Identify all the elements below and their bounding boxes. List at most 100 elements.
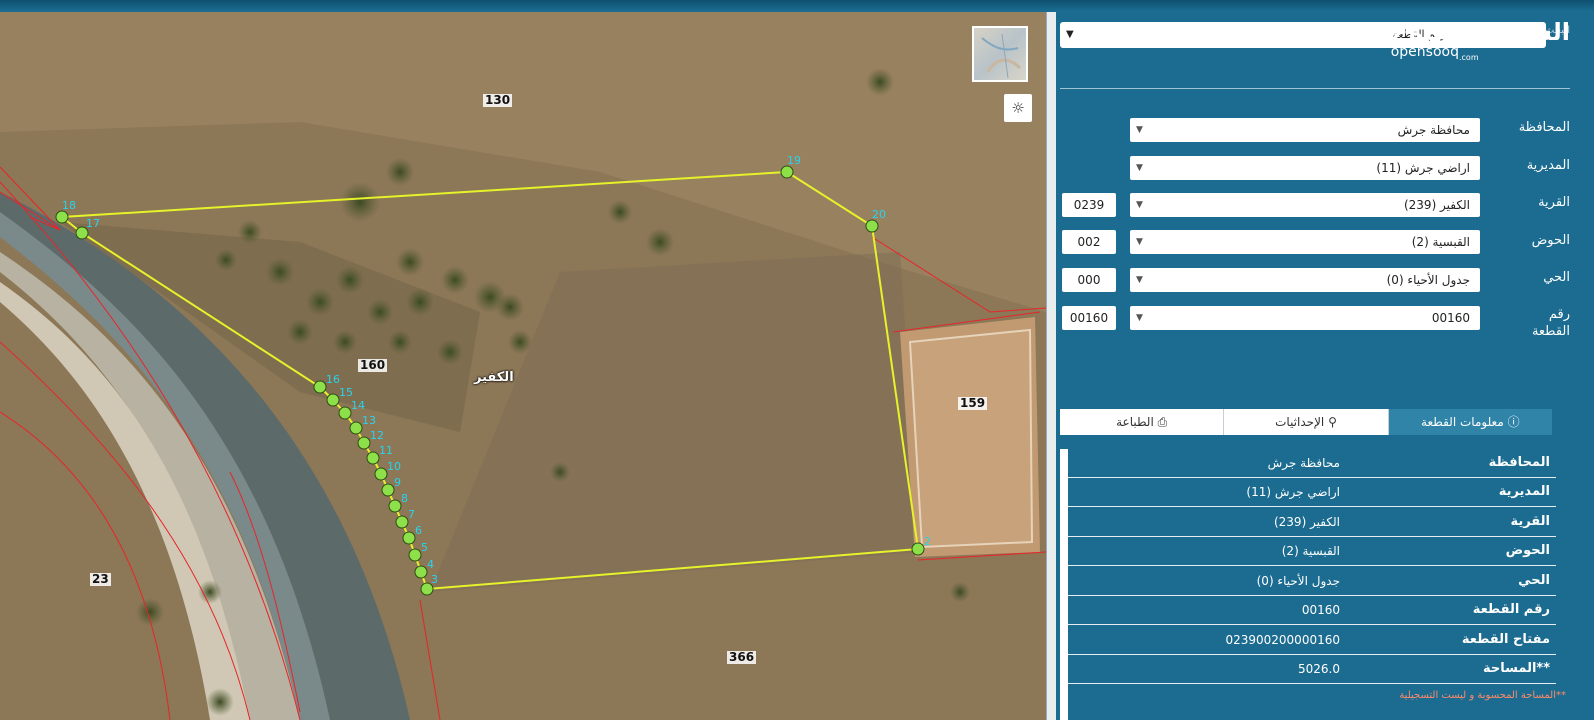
vertex-label: 18 xyxy=(62,199,76,212)
parcel-366-label: 366 xyxy=(727,650,757,664)
governorate-label: المحافظة xyxy=(1518,120,1570,135)
basemap-switcher-thumbnail[interactable] xyxy=(972,26,1028,82)
neighborhood-code-input[interactable]: 000 xyxy=(1062,268,1116,292)
boundary-vertex[interactable] xyxy=(55,210,69,224)
parcel-160-label: 160 xyxy=(358,358,388,372)
village-select[interactable]: الكفير (239) ▼ xyxy=(1130,193,1480,217)
boundary-vertex[interactable] xyxy=(381,483,395,497)
info-row: الحي جدول الأحياء (0) xyxy=(1068,567,1556,596)
chevron-down-icon: ▼ xyxy=(1066,29,1074,40)
parcel-number-label: رقم القطعة xyxy=(1531,307,1570,339)
info-tabs: ⓘ معلومات القطعة ⚲ الإحداثيات ⎙ الطباعة xyxy=(1060,409,1552,435)
chevron-down-icon: ▼ xyxy=(1136,125,1143,135)
boundary-vertex[interactable] xyxy=(313,380,327,394)
tab-coordinates[interactable]: ⚲ الإحداثيات xyxy=(1223,409,1387,435)
directorate-label: المديرية xyxy=(1526,158,1570,173)
village-label: القرية xyxy=(1538,195,1570,210)
info-icon: ⓘ xyxy=(1507,415,1520,429)
info-key: مفتاح القطعة xyxy=(1461,632,1550,647)
chevron-down-icon: ▼ xyxy=(1136,163,1143,173)
tab-print-label: الطباعة xyxy=(1116,415,1154,429)
directorate-value: اراضي جرش (11) xyxy=(1376,161,1470,175)
info-row: القرية الكفير (239) xyxy=(1068,508,1556,537)
directorate-select[interactable]: اراضي جرش (11) ▼ xyxy=(1130,156,1480,180)
boundary-vertex[interactable] xyxy=(414,565,428,579)
boundary-vertex[interactable] xyxy=(865,219,879,233)
boundary-vertex[interactable] xyxy=(338,406,352,420)
parcel-code-input[interactable]: 00160 xyxy=(1062,306,1116,330)
vertex-label: 6 xyxy=(415,524,422,537)
vertex-label: 5 xyxy=(421,541,428,554)
info-value: جدول الأحياء (0) xyxy=(1256,574,1340,588)
basin-code-input[interactable]: 002 xyxy=(1062,230,1116,254)
info-row: المديرية اراضي جرش (11) xyxy=(1068,478,1556,507)
boundary-vertex[interactable] xyxy=(326,393,340,407)
parcel-number-select[interactable]: 00160 ▼ xyxy=(1130,306,1480,330)
vertex-label: 3 xyxy=(431,573,438,586)
info-value: محافظة جرش xyxy=(1267,456,1340,470)
governorate-select[interactable]: محافظة جرش ▼ xyxy=(1130,118,1480,142)
parcel-number-value: 00160 xyxy=(1431,311,1470,325)
satellite-map[interactable]: 2 3 4 5 6 7 8 9 10 11 12 13 14 15 16 17 18 19 20 130 160 1… xyxy=(0,12,1046,720)
info-row: الحوض القبسية (2) xyxy=(1068,537,1556,566)
location-pin-icon: ⚲ xyxy=(1328,415,1337,429)
parcel-boundary-layer: 234567891011121314151617181920 xyxy=(55,154,931,596)
info-key: المحافظة xyxy=(1488,455,1550,470)
boundary-vertex[interactable] xyxy=(388,499,402,513)
sun-icon[interactable]: ☼ xyxy=(1004,94,1032,122)
parcel-info-table: المحافظة محافظة جرش المديرية اراضي جرش (11… xyxy=(1060,449,1556,720)
neighborhood-value: جدول الأحياء (0) xyxy=(1386,273,1470,287)
vertex-label: 8 xyxy=(401,492,408,505)
vertex-label: 4 xyxy=(427,558,434,571)
info-row: المحافظة محافظة جرش xyxy=(1068,449,1556,478)
vertex-label: 13 xyxy=(362,414,376,427)
chevron-down-icon: ▼ xyxy=(1136,237,1143,247)
info-row: رقم القطعة 00160 xyxy=(1068,596,1556,625)
info-row: مفتاح القطعة 023900200000160 xyxy=(1068,626,1556,655)
basin-label: الحوض xyxy=(1531,233,1570,248)
tab-coordinates-label: الإحداثيات xyxy=(1275,415,1325,429)
printer-icon: ⎙ xyxy=(1157,415,1168,429)
boundary-vertex[interactable] xyxy=(395,515,409,529)
boundary-vertex[interactable] xyxy=(408,548,422,562)
governorate-value: محافظة جرش xyxy=(1397,123,1470,137)
boundary-vertex[interactable] xyxy=(374,467,388,481)
info-value: اراضي جرش (11) xyxy=(1246,485,1340,499)
info-value: 5026.0 xyxy=(1298,662,1340,676)
tab-print[interactable]: ⎙ الطباعة xyxy=(1060,409,1223,435)
vertex-label: 9 xyxy=(394,476,401,489)
info-key: **المساحة xyxy=(1482,661,1550,676)
town-label: الكفير xyxy=(474,370,514,385)
info-key: الحي xyxy=(1518,573,1550,588)
neighborhood-select[interactable]: جدول الأحياء (0) ▼ xyxy=(1130,268,1480,292)
tab-parcel-info-label: معلومات القطعة xyxy=(1421,415,1504,429)
basin-select[interactable]: القبسية (2) ▼ xyxy=(1130,230,1480,254)
panel-splitter[interactable] xyxy=(1046,12,1056,720)
neighborhood-label: الحي xyxy=(1543,270,1570,285)
vertex-label: 20 xyxy=(872,208,886,221)
opensooq-logo: السوق المفتوح opensooq.com xyxy=(1390,18,1571,62)
chevron-down-icon: ▼ xyxy=(1136,275,1143,285)
boundary-vertex[interactable] xyxy=(357,436,371,450)
vertex-label: 12 xyxy=(370,429,384,442)
info-value: 00160 xyxy=(1301,603,1340,617)
side-panel: رقم القطعة ▼ البحث السوق المفتوح opensoo… xyxy=(1056,12,1594,720)
tab-parcel-info[interactable]: ⓘ معلومات القطعة xyxy=(1387,409,1552,435)
boundary-vertex[interactable] xyxy=(911,542,925,556)
vertex-label: 17 xyxy=(86,217,100,230)
vertex-label: 16 xyxy=(326,373,340,386)
info-value: الكفير (239) xyxy=(1273,515,1340,529)
vertex-label: 19 xyxy=(787,154,801,167)
village-value: الكفير (239) xyxy=(1403,198,1470,212)
parcel-130-label: 130 xyxy=(483,93,513,107)
vertex-label: 14 xyxy=(351,399,365,412)
info-key: القرية xyxy=(1510,514,1550,529)
village-code-input[interactable]: 0239 xyxy=(1062,193,1116,217)
divider-line xyxy=(1060,88,1570,89)
chevron-down-icon: ▼ xyxy=(1136,313,1143,323)
boundary-vertex[interactable] xyxy=(402,531,416,545)
boundary-vertex[interactable] xyxy=(349,421,363,435)
boundary-vertex[interactable] xyxy=(366,451,380,465)
basin-value: القبسية (2) xyxy=(1411,235,1470,249)
boundary-vertex[interactable] xyxy=(780,165,794,179)
